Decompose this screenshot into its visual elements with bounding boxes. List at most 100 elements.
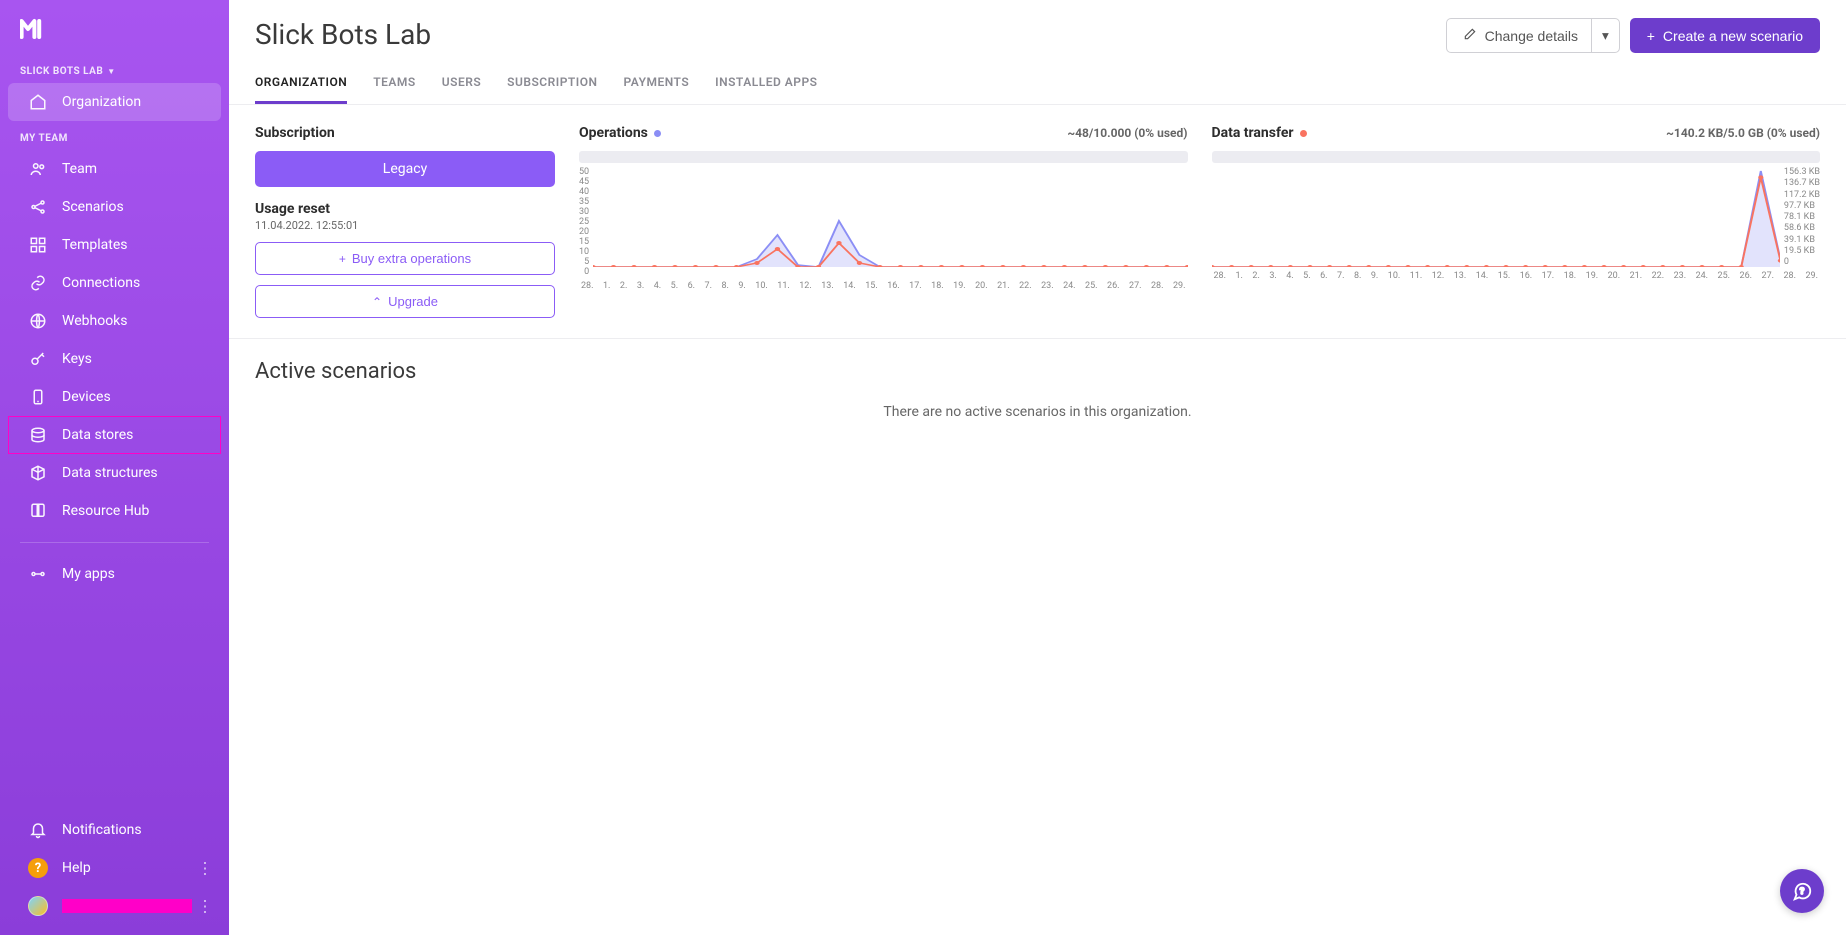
usage-reset-label: Usage reset (255, 201, 555, 217)
svg-text:?: ? (1800, 887, 1805, 897)
sidebar-item-connections[interactable]: Connections (8, 264, 221, 302)
sidebar-item-label: Team (62, 161, 97, 177)
sidebar-item-label: Notifications (62, 822, 142, 838)
tab-payments[interactable]: PAYMENTS (624, 75, 690, 104)
page-title: Slick Bots Lab (255, 18, 431, 51)
active-scenarios-title: Active scenarios (229, 339, 1846, 394)
more-icon[interactable]: ⋮ (197, 859, 211, 878)
sidebar-item-keys[interactable]: Keys (8, 340, 221, 378)
sidebar-item-help[interactable]: ? Help ⋮ (8, 849, 221, 887)
org-switcher[interactable]: SLICK BOTS LAB ▼ (0, 54, 229, 83)
key-icon (28, 349, 48, 369)
chart-y-axis: 50454035302520151050 (579, 167, 593, 277)
tab-subscription[interactable]: SUBSCRIPTION (507, 75, 597, 104)
data-transfer-progress (1212, 151, 1821, 163)
sidebar-item-label: Data stores (62, 427, 133, 443)
sidebar-item-devices[interactable]: Devices (8, 378, 221, 416)
operations-chart: 50454035302520151050 (579, 167, 1188, 277)
sidebar-item-notifications[interactable]: Notifications (8, 811, 221, 849)
tab-teams[interactable]: TEAMS (373, 75, 415, 104)
chart-canvas (1212, 167, 1780, 267)
button-label: Buy extra operations (352, 251, 471, 266)
app-logo[interactable] (0, 0, 229, 54)
plus-icon: + (339, 252, 346, 266)
org-switcher-label: SLICK BOTS LAB (20, 66, 103, 77)
subscription-panel: Subscription Legacy Usage reset 11.04.20… (255, 125, 555, 318)
button-label: Upgrade (388, 294, 438, 309)
sidebar-item-label: Devices (62, 389, 111, 405)
sidebar-item-label: Help (62, 860, 91, 876)
sidebar-item-team[interactable]: Team (8, 150, 221, 188)
active-scenarios-empty: There are no active scenarios in this or… (229, 394, 1846, 430)
create-scenario-button[interactable]: + Create a new scenario (1630, 18, 1820, 53)
user-name-redacted (62, 899, 192, 913)
chevron-down-icon: ▼ (107, 67, 115, 76)
upgrade-button[interactable]: ⌃ Upgrade (255, 285, 555, 318)
chart-y-axis: 156.3 KB136.7 KB117.2 KB97.7 KB78.1 KB58… (1780, 167, 1820, 267)
circuit-icon (28, 564, 48, 584)
users-icon (28, 159, 48, 179)
sidebar-item-scenarios[interactable]: Scenarios (8, 188, 221, 226)
sidebar-item-label: Scenarios (62, 199, 124, 215)
sidebar-item-label: My apps (62, 566, 115, 582)
usage-reset-timestamp: 11.04.2022. 12:55:01 (255, 219, 555, 232)
data-transfer-chart: 156.3 KB136.7 KB117.2 KB97.7 KB78.1 KB58… (1212, 167, 1821, 267)
chat-icon: ? (1791, 880, 1813, 902)
chart-x-axis: 28.1.2.3.4.5.6.7.8.9.10.11.12.13.14.15.1… (579, 277, 1188, 291)
chart-x-axis: 28.1.2.3.4.5.6.7.8.9.10.11.12.13.14.15.1… (1212, 267, 1821, 281)
more-icon[interactable]: ⋮ (197, 897, 211, 916)
sidebar-item-label: Organization (62, 94, 141, 110)
cube-icon (28, 463, 48, 483)
globe-icon (28, 311, 48, 331)
phone-icon (28, 387, 48, 407)
link-icon (28, 273, 48, 293)
question-icon: ? (28, 858, 48, 878)
divider (20, 542, 209, 543)
main-content: Slick Bots Lab Change details ▾ + Create… (229, 0, 1846, 935)
sidebar-item-data-stores[interactable]: Data stores (8, 416, 221, 454)
operations-panel: Operations ~48/10.000 (0% used) 50454035… (579, 125, 1188, 318)
data-transfer-title: Data transfer (1212, 125, 1294, 141)
share-icon (28, 197, 48, 217)
operations-title: Operations (579, 125, 648, 141)
sidebar-item-data-structures[interactable]: Data structures (8, 454, 221, 492)
data-transfer-panel: Data transfer ~140.2 KB/5.0 GB (0% used)… (1212, 125, 1821, 318)
chevron-down-icon: ▾ (1602, 28, 1609, 43)
change-details-button[interactable]: Change details (1446, 18, 1595, 53)
edit-icon (1463, 27, 1477, 44)
buy-operations-button[interactable]: + Buy extra operations (255, 242, 555, 275)
change-details-caret[interactable]: ▾ (1591, 18, 1620, 53)
sidebar-item-user[interactable]: ⋮ (8, 887, 221, 925)
subscription-title: Subscription (255, 125, 555, 141)
data-transfer-meta: ~140.2 KB/5.0 GB (0% used) (1666, 126, 1820, 140)
tab-users[interactable]: USERS (442, 75, 481, 104)
legend-dot-icon (1300, 130, 1307, 137)
sidebar-item-resource-hub[interactable]: Resource Hub (8, 492, 221, 530)
sidebar-item-organization[interactable]: Organization (8, 83, 221, 121)
home-icon (28, 92, 48, 112)
sidebar-item-label: Resource Hub (62, 503, 149, 519)
database-icon (28, 425, 48, 445)
sidebar-item-label: Keys (62, 351, 92, 367)
operations-meta: ~48/10.000 (0% used) (1067, 126, 1187, 140)
sidebar-item-webhooks[interactable]: Webhooks (8, 302, 221, 340)
plan-badge: Legacy (255, 151, 555, 187)
chevron-up-icon: ⌃ (372, 295, 382, 309)
sidebar: SLICK BOTS LAB ▼ Organization MY TEAM Te… (0, 0, 229, 935)
sidebar-item-label: Templates (62, 237, 128, 253)
tab-organization[interactable]: ORGANIZATION (255, 75, 347, 104)
sidebar-item-templates[interactable]: Templates (8, 226, 221, 264)
tab-installed-apps[interactable]: INSTALLED APPS (715, 75, 817, 104)
sidebar-item-label: Connections (62, 275, 140, 291)
grid-icon (28, 235, 48, 255)
button-label: Create a new scenario (1663, 28, 1803, 44)
tabs: ORGANIZATION TEAMS USERS SUBSCRIPTION PA… (229, 53, 1846, 105)
chart-canvas (593, 167, 1187, 267)
chat-help-button[interactable]: ? (1780, 869, 1824, 913)
sidebar-item-my-apps[interactable]: My apps (8, 555, 221, 593)
sidebar-item-label: Webhooks (62, 313, 128, 329)
avatar (28, 896, 48, 916)
bell-icon (28, 820, 48, 840)
operations-progress (579, 151, 1188, 163)
button-label: Change details (1485, 28, 1578, 44)
